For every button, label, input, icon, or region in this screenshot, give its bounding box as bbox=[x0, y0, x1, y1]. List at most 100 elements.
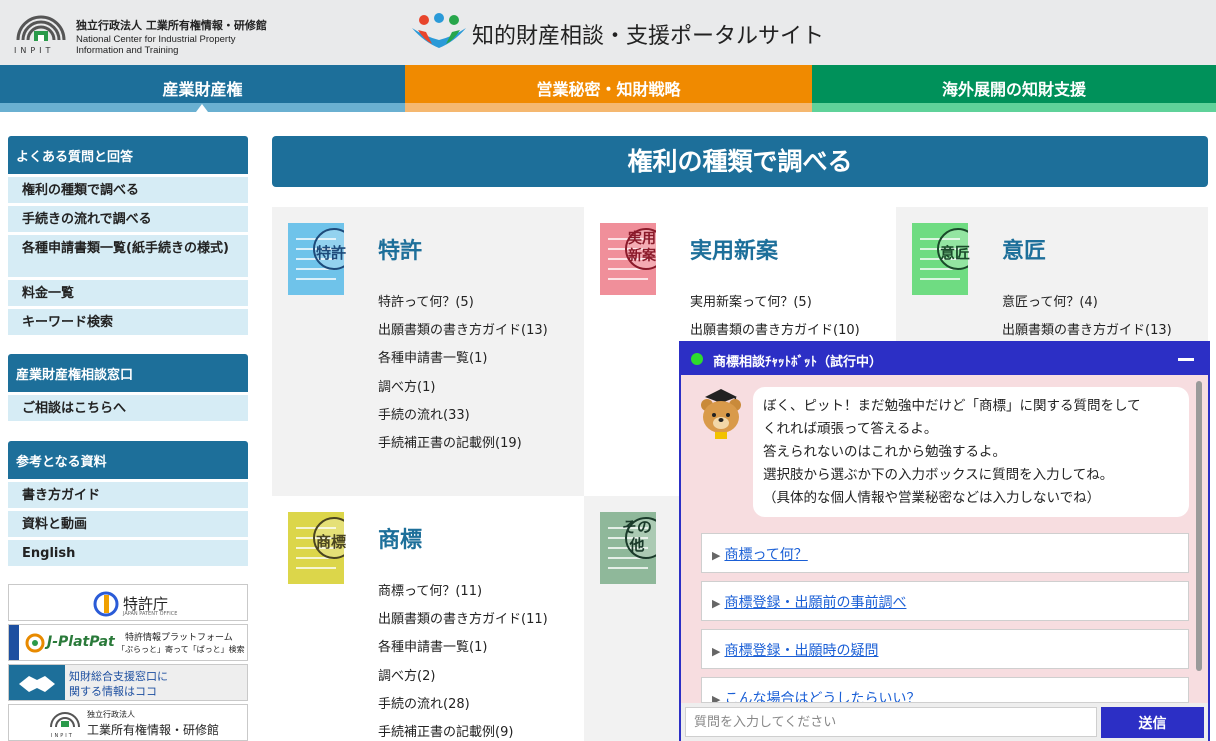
badge-line2: 新案 bbox=[628, 248, 656, 264]
card-link[interactable]: 特許って何？(5) bbox=[378, 289, 548, 317]
card-link[interactable]: 手続の流れ(28) bbox=[378, 691, 548, 719]
sidebar-item-rights-type[interactable]: 権利の種類で調べる bbox=[8, 177, 248, 203]
chat-scrollbar[interactable] bbox=[1196, 381, 1202, 671]
message-line: （具体的な個人情報や営業秘密などは入力しないでね） bbox=[763, 490, 1101, 506]
message-line: 答えられないのはこれから勉強するよ。 bbox=[763, 444, 1006, 460]
tab-industrial-property[interactable]: 産業財産権 bbox=[0, 65, 405, 112]
sidebar-item-fees[interactable]: 料金一覧 bbox=[8, 280, 248, 306]
inpit-name: 工業所有権情報・研修館 bbox=[87, 723, 220, 737]
banner-jplatpat[interactable]: J-PlatPat 特許情報プラットフォーム 「ぷらっと」寄って「ぱっと」検索 bbox=[8, 624, 248, 661]
online-status-icon bbox=[691, 353, 703, 365]
tab-overseas[interactable]: 海外展開の知財支援 bbox=[812, 65, 1216, 112]
sidebar-item-english[interactable]: English bbox=[8, 540, 248, 566]
card-link[interactable]: 手続補正書の記載例(19) bbox=[378, 430, 548, 458]
inpit-abbr: INPIT bbox=[14, 46, 55, 55]
triangle-right-icon: ▶ bbox=[712, 597, 721, 610]
tab-label: 産業財産権 bbox=[162, 80, 243, 99]
chat-option-link[interactable]: 商標登録・出願前の事前調べ bbox=[724, 595, 906, 611]
sidebar-heading: 参考となる資料 bbox=[8, 441, 248, 479]
card-link-list: 実用新案って何？(5) 出願書類の書き方ガイド(10) bbox=[690, 289, 860, 345]
badge-line1: その bbox=[622, 518, 653, 536]
chat-question-input[interactable] bbox=[685, 707, 1097, 737]
sidebar-heading: よくある質問と回答 bbox=[8, 136, 248, 174]
card-link-list: 商標って何？(11) 出願書類の書き方ガイド(11) 各種申請書一覧(1) 調べ… bbox=[378, 578, 548, 741]
jplatpat-desc1: 特許情報プラットフォーム bbox=[125, 633, 233, 643]
inpit-small-logo-icon bbox=[50, 712, 80, 728]
card-link[interactable]: 各種申請書一覧(1) bbox=[378, 634, 548, 662]
message-line: くれれば頑張って答えるよ。 bbox=[763, 421, 938, 437]
portal-title: 知的財産相談・支援ポータルサイト bbox=[472, 24, 825, 49]
triangle-right-icon: ▶ bbox=[712, 645, 721, 658]
sidebar-heading: 産業財産権相談窓口 bbox=[8, 354, 248, 392]
tab-stripe bbox=[812, 103, 1216, 112]
minimize-icon[interactable] bbox=[1178, 358, 1194, 361]
org-name-jp: 独立行政法人 工業所有権情報・研修館 bbox=[76, 19, 267, 32]
sidebar-item-keyword-search[interactable]: キーワード検索 bbox=[8, 309, 248, 335]
people-icon bbox=[412, 13, 466, 48]
chat-option-link[interactable]: 商標登録・出願時の疑問 bbox=[724, 643, 878, 659]
tab-label: 海外展開の知財支援 bbox=[941, 80, 1086, 99]
bear-mascot-icon bbox=[701, 389, 741, 439]
sidebar-reference: 参考となる資料 書き方ガイド 資料と動画 English bbox=[8, 441, 248, 566]
send-button[interactable]: 送信 bbox=[1101, 707, 1204, 738]
page-title: 権利の種類で調べる bbox=[272, 136, 1208, 187]
site-header: INPIT 独立行政法人 工業所有権情報・研修館 National Center… bbox=[0, 0, 1216, 65]
bot-message: ぼく、ピット！まだ勉強中だけど「商標」に関する質問をして くれれば頑張って答える… bbox=[753, 387, 1189, 517]
inpit-logo[interactable]: INPIT 独立行政法人 工業所有権情報・研修館 National Center… bbox=[12, 12, 272, 58]
card-link[interactable]: 各種申請書一覧(1) bbox=[378, 345, 548, 373]
sidebar-item-forms[interactable]: 各種申請書類一覧(紙手続きの様式) bbox=[8, 235, 248, 277]
card-link[interactable]: 出願書類の書き方ガイド(11) bbox=[378, 606, 548, 634]
card-link[interactable]: 調べ方(2) bbox=[378, 663, 548, 691]
sidebar-item-materials-video[interactable]: 資料と動画 bbox=[8, 511, 248, 537]
tab-trade-secret[interactable]: 営業秘密・知財戦略 bbox=[405, 65, 812, 112]
patent-badge: 特許 bbox=[316, 244, 347, 262]
sidebar-consult: 産業財産権相談窓口 ご相談はこちらへ bbox=[8, 354, 248, 421]
banner-accent bbox=[9, 625, 19, 660]
card-trademark: 商標 商標 商標って何？(11) 出願書類の書き方ガイド(11) 各種申請書一覧… bbox=[272, 496, 584, 741]
card-link[interactable]: 意匠って何？(4) bbox=[1002, 289, 1172, 317]
support-line2: 関する情報はココ bbox=[69, 685, 157, 698]
card-link[interactable]: 商標って何？(11) bbox=[378, 578, 548, 606]
message-line: ぼく、ピット！まだ勉強中だけど「商標」に関する質問をして bbox=[763, 398, 1141, 414]
chatbot-title: 商標相談ﾁｬｯﾄﾎﾞｯﾄ（試行中） bbox=[713, 355, 883, 370]
chat-option[interactable]: ▶ 商標登録・出願前の事前調べ bbox=[701, 581, 1189, 621]
support-line1: 知財総合支援窓口に bbox=[69, 670, 168, 683]
inpit-small-text: 独立行政法人 bbox=[87, 710, 135, 719]
card-link[interactable]: 手続の流れ(33) bbox=[378, 402, 548, 430]
triangle-right-icon: ▶ bbox=[712, 693, 721, 703]
badge-line1: 実用 bbox=[628, 231, 656, 247]
jpo-en-label: JAPAN PATENT OFFICE bbox=[123, 611, 178, 617]
card-link[interactable]: 調べ方(1) bbox=[378, 374, 548, 402]
card-title[interactable]: 実用新案 bbox=[690, 233, 778, 265]
main-nav: 産業財産権 営業秘密・知財戦略 海外展開の知財支援 bbox=[0, 65, 1216, 112]
card-link[interactable]: 手続補正書の記載例(9) bbox=[378, 719, 548, 741]
card-patent: 特許 特許 特許って何？(5) 出願書類の書き方ガイド(13) 各種申請書一覧(… bbox=[272, 207, 584, 496]
card-link[interactable]: 実用新案って何？(5) bbox=[690, 289, 860, 317]
page: INPIT 独立行政法人 工業所有権情報・研修館 National Center… bbox=[0, 0, 1216, 741]
chat-option[interactable]: ▶ 商標登録・出願時の疑問 bbox=[701, 629, 1189, 669]
sidebar-item-writing-guide[interactable]: 書き方ガイド bbox=[8, 482, 248, 508]
card-link[interactable]: 出願書類の書き方ガイド(13) bbox=[378, 317, 548, 345]
card-link-list: 意匠って何？(4) 出願書類の書き方ガイド(13) bbox=[1002, 289, 1172, 345]
banner-inpit[interactable]: INPIT 独立行政法人 工業所有権情報・研修館 bbox=[8, 704, 248, 741]
chat-option-link[interactable]: 商標って何？ bbox=[724, 547, 807, 563]
sidebar-faq: よくある質問と回答 権利の種類で調べる 手続きの流れで調べる 各種申請書類一覧(… bbox=[8, 136, 248, 335]
card-title[interactable]: 特許 bbox=[378, 233, 422, 265]
handshake-icon bbox=[19, 676, 55, 692]
triangle-right-icon: ▶ bbox=[712, 549, 721, 562]
trademark-badge: 商標 bbox=[316, 533, 347, 551]
chat-option[interactable]: ▶ 商標って何？ bbox=[701, 533, 1189, 573]
chat-option[interactable]: ▶ こんな場合はどうしたらいい？ bbox=[701, 677, 1189, 703]
card-title[interactable]: 商標 bbox=[378, 522, 422, 554]
utility-model-badge: 実用 新案 bbox=[628, 231, 656, 265]
banner-support-window[interactable]: 知財総合支援窓口に 関する情報はココ bbox=[8, 664, 248, 701]
banner-jpo[interactable]: 特許庁 JAPAN PATENT OFFICE bbox=[8, 584, 248, 621]
chat-option-link[interactable]: こんな場合はどうしたらいい？ bbox=[724, 691, 920, 702]
sidebar-item-consult[interactable]: ご相談はこちらへ bbox=[8, 395, 248, 421]
jplatpat-desc2: 「ぷらっと」寄って「ぱっと」検索 bbox=[117, 645, 245, 654]
sidebar-item-procedure-flow[interactable]: 手続きの流れで調べる bbox=[8, 206, 248, 232]
card-title[interactable]: 意匠 bbox=[1002, 233, 1046, 265]
org-name-en-line2: Information and Training bbox=[76, 45, 179, 56]
chat-input-bar: 送信 bbox=[681, 703, 1208, 741]
chatbot-header[interactable]: 商標相談ﾁｬｯﾄﾎﾞｯﾄ（試行中） bbox=[681, 343, 1208, 375]
